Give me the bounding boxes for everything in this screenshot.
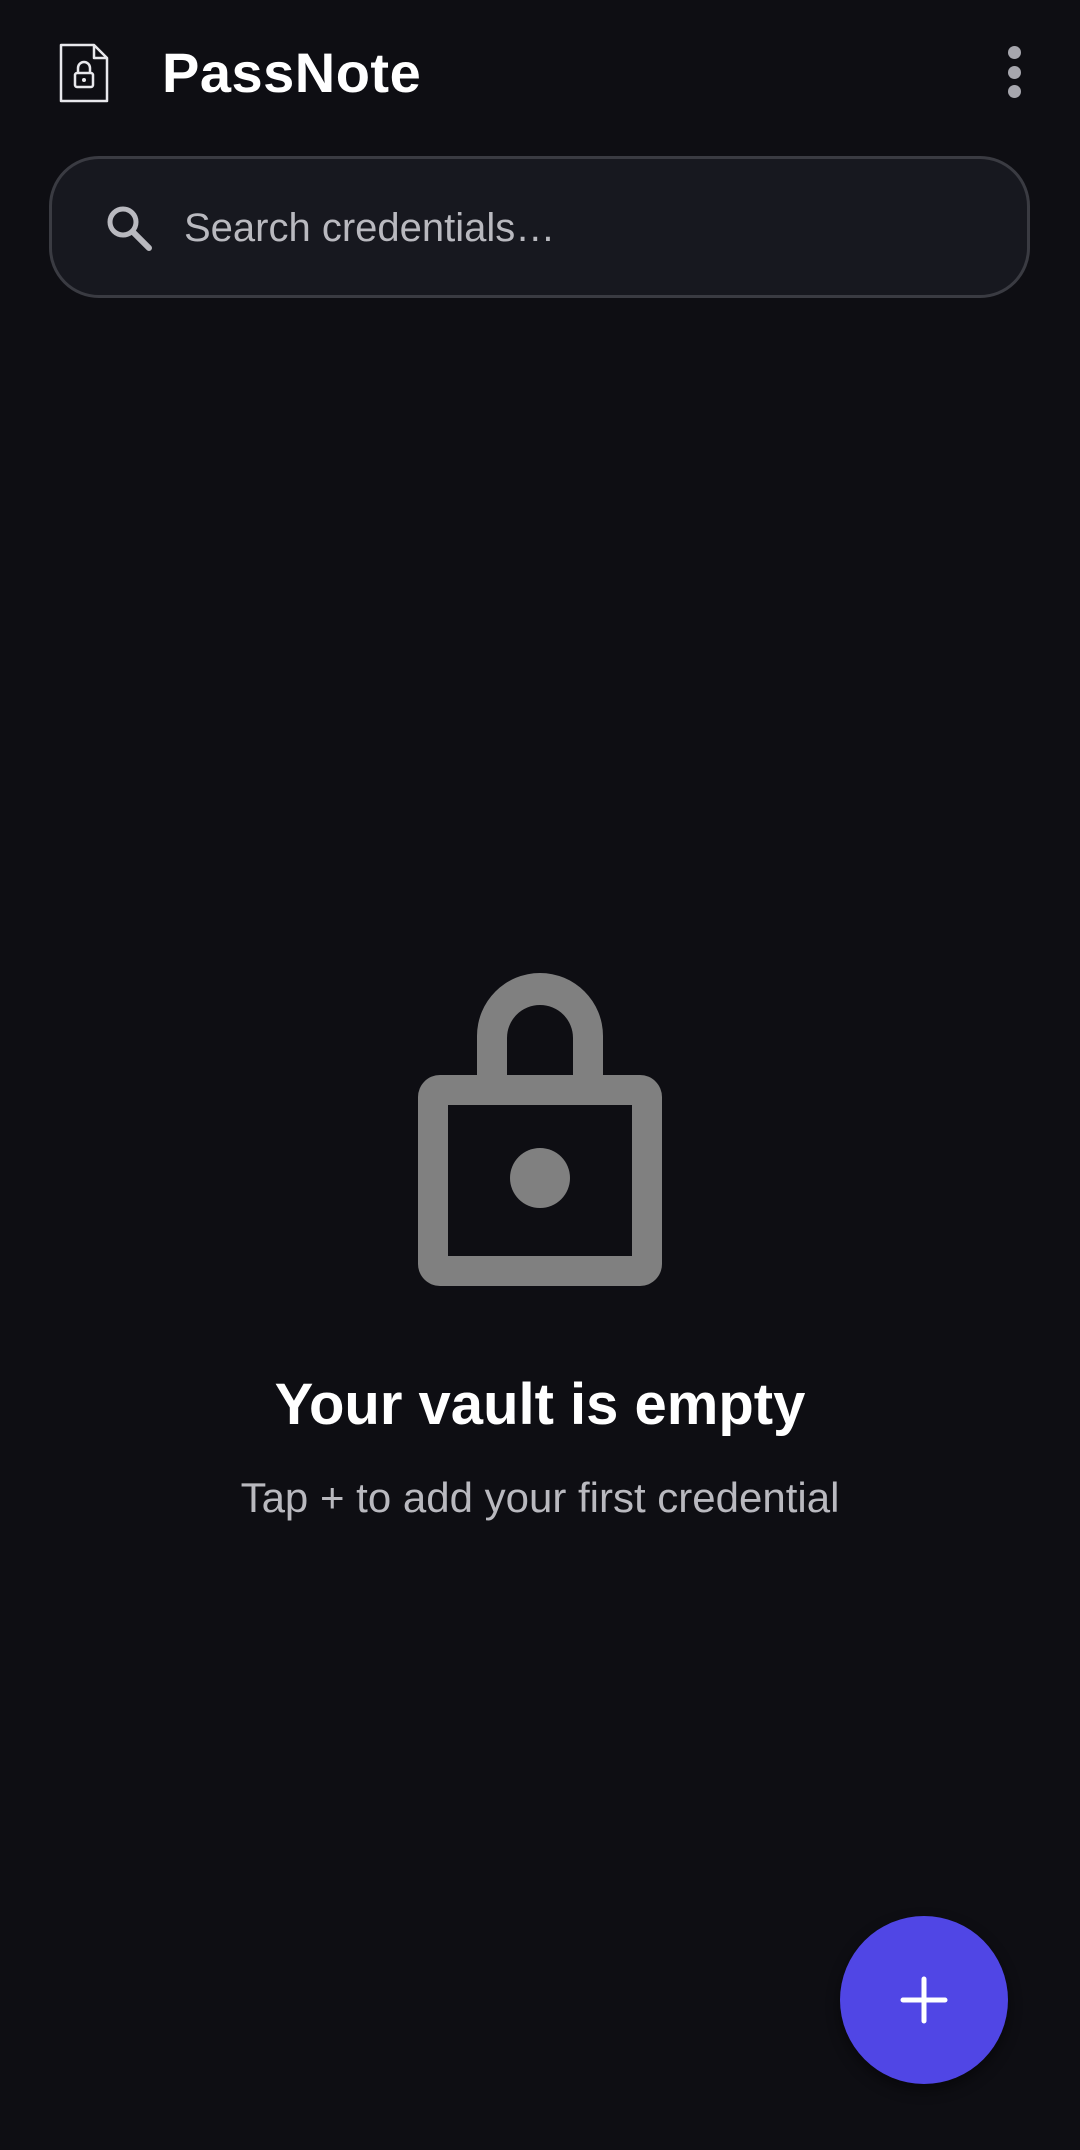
menu-dot	[1007, 85, 1021, 98]
menu-dot	[1007, 65, 1021, 79]
locked-document-icon	[59, 43, 109, 103]
menu-dot	[1007, 46, 1021, 59]
lock-icon	[418, 973, 662, 1286]
empty-state-title: Your vault is empty	[274, 1372, 806, 1437]
search-icon	[107, 206, 152, 251]
app-title: PassNote	[162, 41, 422, 104]
app-bar: PassNote	[0, 0, 1080, 148]
empty-state-subtitle: Tap + to add your first credential	[240, 1474, 840, 1521]
more-vert-icon[interactable]	[990, 36, 1038, 108]
search-bar[interactable]	[49, 156, 1030, 298]
search-input[interactable]	[180, 191, 988, 265]
plus-icon	[900, 1976, 948, 2024]
add-credential-button[interactable]	[840, 1916, 1008, 2084]
